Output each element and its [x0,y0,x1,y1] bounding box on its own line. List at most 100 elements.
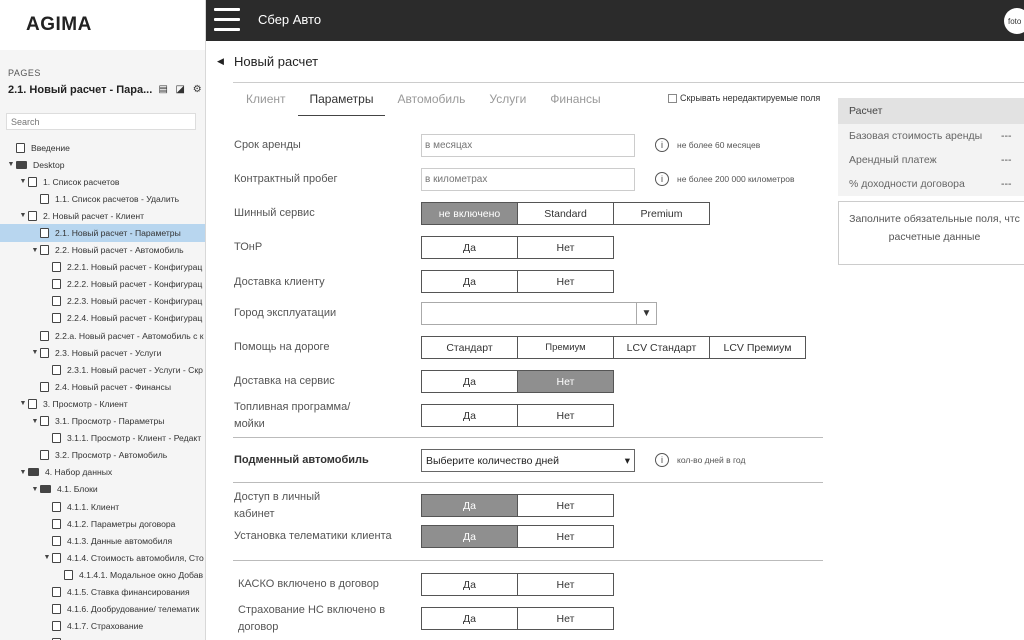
cabinet-no-button[interactable]: Нет [517,494,614,517]
tonr-no-button[interactable]: Нет [517,236,614,259]
tree-item[interactable]: 2.2.a. Новый расчет - Автомобиль с к [0,327,205,344]
cabinet-label-line2: кабинет [234,508,275,520]
tree-item[interactable]: 4.1.7. Страхование [0,618,205,635]
page-icon [52,433,61,444]
tree-item-label: 4.1.6. Дообрудование/ телематик [67,604,200,615]
tree-item[interactable]: ▼ Desktop [0,156,205,173]
sidebar: AGIMA PAGES 2.1. Новый расчет - Пара... … [0,0,206,640]
hamburger-menu-icon[interactable] [214,8,240,32]
mileage-hint-text: не более 200 000 километров [677,174,795,184]
ns-insurance-no-button[interactable]: Нет [517,607,614,630]
expand-toggle-icon[interactable]: ▼ [30,247,40,254]
delivery-client-no-button[interactable]: Нет [517,270,614,293]
tree-item[interactable]: ▼ 4.1.4. Стоимость автомобиля, Сто [0,549,205,566]
tree-item[interactable]: 4.1.4.1. Модальное окно Добав [0,566,205,583]
telematics-yes-button[interactable]: Да [421,525,518,548]
tree-item[interactable]: 3.2. Просмотр - Автомобиль [0,447,205,464]
expand-toggle-icon[interactable]: ▼ [42,554,52,561]
term-input[interactable] [421,134,635,157]
replacement-hint-text: кол-во дней в год [677,455,746,465]
tree-item[interactable]: 1.1. Список расчетов - Удалить [0,190,205,207]
tree-item[interactable]: ▼ 2.2. Новый расчет - Автомобиль [0,242,205,259]
fuel-program-no-button[interactable]: Нет [517,404,614,427]
expand-toggle-icon[interactable]: ▼ [18,178,28,185]
road-help-lcv-premium[interactable]: LCV Премиум [709,336,806,359]
page-icon [28,210,37,221]
delivery-service-switch: Да Нет [421,370,614,393]
tree-item[interactable]: 4.1.5. Ставка финансирования [0,583,205,600]
tree-item[interactable]: ▼ 2. Новый расчет - Клиент [0,207,205,224]
tree-item[interactable]: 4.1.2. Параметры договора [0,515,205,532]
tree-item[interactable]: 4.1.3. Данные автомобиля [0,532,205,549]
export-icon[interactable]: ◪ [174,84,186,95]
expand-toggle-icon[interactable]: ▼ [30,486,40,493]
tree-item[interactable]: 4.1.1. Клиент [0,498,205,515]
cabinet-yes-button[interactable]: Да [421,494,518,517]
tree-item[interactable]: ▼ 2.3. Новый расчет - Услуги [0,344,205,361]
tree-item[interactable]: ▼ 1. Список расчетов [0,173,205,190]
tree-item[interactable]: ▼ 3. Просмотр - Клиент [0,395,205,412]
tab-client[interactable]: Клиент [234,82,298,116]
back-arrow-icon[interactable]: ◀ [217,56,224,67]
mileage-input[interactable] [421,168,635,191]
tree-item[interactable]: 2.4. Новый расчет - Финансы [0,378,205,395]
tree-item-label: 1. Список расчетов [43,176,120,187]
tree-item[interactable]: ▼ 4. Набор данных [0,464,205,481]
tire-option-premium[interactable]: Premium [613,202,710,225]
tree-item[interactable]: 2.2.2. Новый расчет - Конфигурац [0,276,205,293]
ns-insurance-yes-button[interactable]: Да [421,607,518,630]
tree-item[interactable]: ▼ 3.1. Просмотр - Параметры [0,413,205,430]
tree-item[interactable]: 2.2.1. Новый расчет - Конфигурац [0,259,205,276]
kasko-no-button[interactable]: Нет [517,573,614,596]
fuel-program-yes-button[interactable]: Да [421,404,518,427]
road-help-standard[interactable]: Стандарт [421,336,518,359]
tree-item[interactable]: 3.1.1. Просмотр - Клиент - Редакт [0,430,205,447]
tire-option-none[interactable]: не включено [421,202,518,225]
expand-toggle-icon[interactable]: ▼ [30,349,40,356]
city-dropdown-arrow-icon[interactable]: ▼ [636,302,657,325]
road-help-lcv-standard[interactable]: LCV Стандарт [613,336,710,359]
tree-item[interactable]: 2.3.1. Новый расчет - Услуги - Скр [0,361,205,378]
page-icon [52,552,61,563]
city-label: Город эксплуатации [234,307,337,319]
expand-toggle-icon[interactable]: ▼ [18,400,28,407]
page-icon [52,604,61,615]
expand-toggle-icon[interactable]: ▼ [6,161,16,168]
tree-item[interactable]: 2.2.3. Новый расчет - Конфигурац [0,293,205,310]
tonr-yes-button[interactable]: Да [421,236,518,259]
hide-readonly-checkbox[interactable] [668,93,677,103]
section-divider [233,437,823,438]
delivery-service-no-button[interactable]: Нет [517,370,614,393]
user-avatar[interactable]: foto [1004,8,1024,34]
replacement-days-select[interactable]: Выберите количество дней ▾ [421,449,635,472]
tab-car[interactable]: Автомобиль [385,82,477,116]
kasko-yes-button[interactable]: Да [421,573,518,596]
notes-icon[interactable]: ▤ [157,84,169,95]
calculation-title: Расчет [838,98,1024,124]
tire-option-standard[interactable]: Standard [517,202,614,225]
delivery-client-yes-button[interactable]: Да [421,270,518,293]
tree-item[interactable]: Введение [0,139,205,156]
ns-insurance-label-line2: договор [238,621,279,633]
road-help-premium[interactable]: Премиум [517,336,614,359]
expand-toggle-icon[interactable]: ▼ [30,418,40,425]
tree-item-label: 2.2.2. Новый расчет - Конфигурац [67,279,203,290]
settings-icon[interactable]: ⚙ [191,84,203,95]
tab-parameters[interactable]: Параметры [297,82,386,116]
delivery-service-yes-button[interactable]: Да [421,370,518,393]
tree-item[interactable]: ▼ 4.1. Блоки [0,481,205,498]
tree-item[interactable]: 2.2.4. Новый расчет - Конфигурац [0,310,205,327]
tree-item[interactable]: 4.1.6. Дообрудование/ телематик [0,601,205,618]
expand-toggle-icon[interactable]: ▼ [18,212,28,219]
expand-toggle-icon[interactable]: ▼ [18,469,28,476]
agima-logo: AGIMA [0,0,205,50]
hide-readonly-toggle[interactable]: Скрывать нередактируемые поля [668,93,820,103]
sidebar-search-input[interactable] [6,113,196,130]
tab-services[interactable]: Услуги [477,82,538,116]
city-select[interactable] [421,302,637,325]
tab-finance[interactable]: Финансы [538,82,612,116]
tree-item[interactable]: 2.1. Новый расчет - Параметры [0,224,205,242]
telematics-no-button[interactable]: Нет [517,525,614,548]
delivery-client-switch: Да Нет [421,270,614,293]
tree-item[interactable]: 4.1.8. Помощь на дороге [0,635,205,640]
